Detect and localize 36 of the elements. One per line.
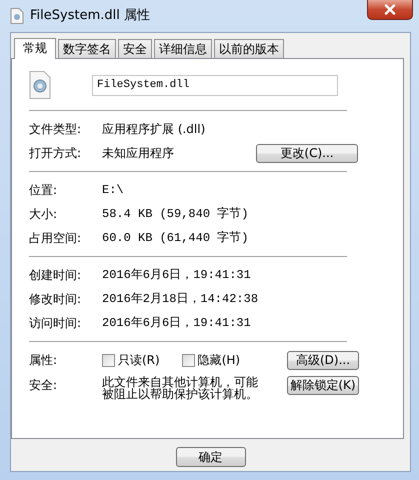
tab[interactable]: 安全 [118, 39, 152, 58]
close-icon [384, 4, 396, 15]
tab[interactable]: 详细信息 [154, 39, 212, 58]
tab[interactable]: 以前的版本 [214, 39, 284, 58]
file-icon [10, 8, 24, 24]
field-label: 位置: [29, 182, 58, 199]
field-value: E:\ [102, 182, 125, 199]
field-label: 创建时间: [29, 267, 82, 284]
tab[interactable]: 常规 [14, 38, 56, 59]
button[interactable]: 高级(D)... [287, 350, 359, 370]
field-value: 58.4 KB (59,840 字节) [102, 206, 250, 223]
close-button[interactable] [367, 0, 413, 20]
field-label: 修改时间: [29, 291, 82, 308]
field-label: 访问时间: [29, 315, 82, 332]
field-label: 占用空间: [29, 230, 82, 247]
checkbox[interactable]: 只读(R) [102, 351, 160, 369]
file-icon [29, 71, 51, 99]
file-name-field[interactable]: FileSystem.dll [92, 74, 338, 96]
field-label: 文件类型: [29, 121, 82, 138]
field-value: 60.0 KB (61,440 字节) [102, 230, 250, 247]
button[interactable]: 解除锁定(K) [287, 376, 359, 395]
ok-button[interactable]: 确定 [176, 447, 246, 467]
tab[interactable]: 数字签名 [58, 39, 116, 58]
field-label: 打开方式: [29, 145, 82, 162]
field-value: 2016年6月6日，19:41:31 [102, 267, 252, 284]
field-value: 应用程序扩展 (.dll) [102, 121, 206, 138]
button[interactable]: 更改(C)... [256, 144, 358, 162]
field-label: 属性: [29, 352, 58, 369]
checkbox[interactable]: 隐藏(H) [182, 351, 240, 369]
window-title: FileSystem.dll 属性 [30, 7, 150, 26]
field-value: 未知应用程序 [102, 145, 175, 162]
field-value: 2016年2月18日，14:42:38 [102, 291, 260, 308]
security-note: 此文件来自其他计算机，可能被阻止以帮助保护该计算机。 [102, 376, 259, 400]
field-value: 2016年6月6日，19:41:31 [102, 315, 252, 332]
field-label: 大小: [29, 206, 58, 223]
field-label: 安全: [29, 377, 58, 394]
